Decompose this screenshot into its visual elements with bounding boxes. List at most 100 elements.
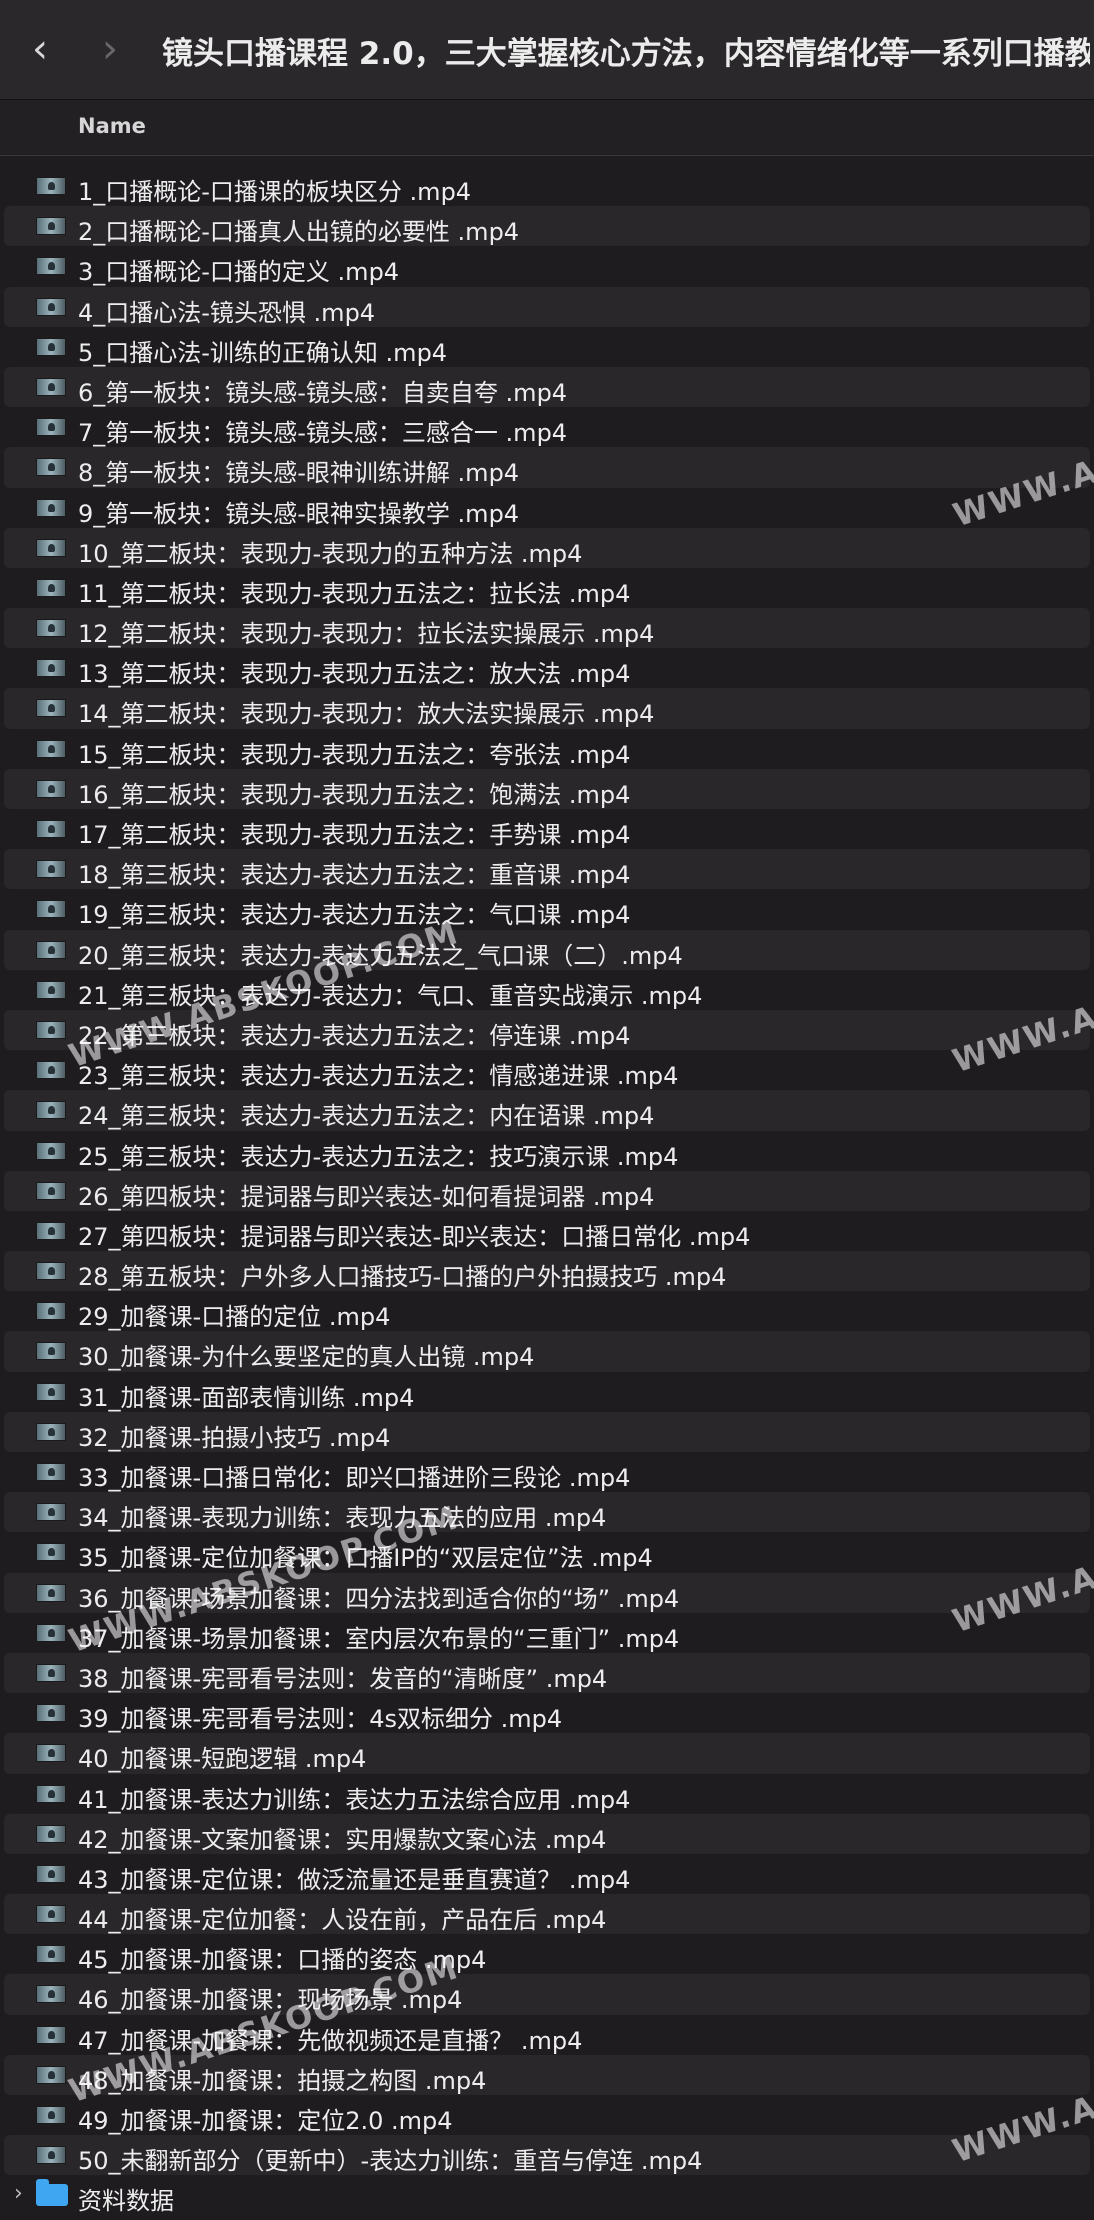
video-thumbnail-icon — [36, 1905, 66, 1924]
video-thumbnail-icon — [36, 779, 66, 798]
list-item[interactable]: 9_第一板块：镜头感-眼神实操教学 .mp4 — [0, 488, 1094, 528]
list-item[interactable]: 11_第二板块：表现力-表现力五法之：拉长法 .mp4 — [0, 568, 1094, 608]
video-thumbnail-icon — [36, 1221, 66, 1240]
column-header-name[interactable]: Name — [78, 114, 146, 138]
file-name: 44_加餐课-定位加餐：人设在前，产品在后 .mp4 — [78, 1906, 607, 1935]
list-item[interactable]: 31_加餐课-面部表情训练 .mp4 — [0, 1372, 1094, 1412]
list-item[interactable]: 44_加餐课-定位加餐：人设在前，产品在后 .mp4 — [4, 1894, 1090, 1935]
file-name: 30_加餐课-为什么要坚定的真人出镜 .mp4 — [78, 1343, 535, 1372]
file-name: 19_第三板块：表达力-表达力五法之：气口课 .mp4 — [78, 901, 631, 930]
video-thumbnail-icon — [36, 900, 66, 919]
video-thumbnail-icon — [36, 1262, 66, 1281]
list-item[interactable]: 17_第二板块：表现力-表现力五法之：手势课 .mp4 — [0, 809, 1094, 849]
list-item[interactable]: 7_第一板块：镜头感-镜头感：三感合一 .mp4 — [0, 407, 1094, 447]
list-item[interactable]: 16_第二板块：表现力-表现力五法之：饱满法 .mp4 — [4, 768, 1090, 809]
file-name: 39_加餐课-宪哥看号法则：4s双标细分 .mp4 — [78, 1705, 563, 1734]
list-item[interactable]: 39_加餐课-宪哥看号法则：4s双标细分 .mp4 — [0, 1693, 1094, 1733]
file-name: 8_第一板块：镜头感-眼神训练讲解 .mp4 — [78, 459, 520, 488]
list-item[interactable]: 23_第三板块：表达力-表达力五法之：情感递进课 .mp4 — [0, 1050, 1094, 1090]
video-thumbnail-icon — [36, 297, 66, 316]
file-name: 2_口播概论-口播真人出镜的必要性 .mp4 — [78, 218, 520, 247]
list-item[interactable]: 35_加餐课-定位加餐课：口播IP的“双层定位”法 .mp4 — [0, 1532, 1094, 1572]
list-item[interactable]: 42_加餐课-文案加餐课：实用爆款文案心法 .mp4 — [4, 1813, 1090, 1854]
list-item[interactable]: 1_口播概论-口播课的板块区分 .mp4 — [0, 166, 1094, 206]
list-item[interactable]: 49_加餐课-加餐课：定位2.0 .mp4 — [0, 2095, 1094, 2135]
file-name: 32_加餐课-拍摄小技巧 .mp4 — [78, 1423, 391, 1452]
list-item[interactable]: 33_加餐课-口播日常化：即兴口播进阶三段论 .mp4 — [0, 1452, 1094, 1492]
list-item[interactable]: 6_第一板块：镜头感-镜头感：自卖自夸 .mp4 — [4, 366, 1090, 408]
list-item[interactable]: 2_口播概论-口播真人出镜的必要性 .mp4 — [4, 206, 1090, 247]
window-title: 镜头口播课程 2.0，三大掌握核心方法，内容情绪化等一系列口播教学 — [162, 36, 1090, 72]
window-titlebar: ‹ › 镜头口播课程 2.0，三大掌握核心方法，内容情绪化等一系列口播教学 — [0, 0, 1094, 100]
video-thumbnail-icon — [36, 2106, 66, 2124]
list-item[interactable]: 28_第五板块：户外多人口播技巧-口播的户外拍摄技巧 .mp4 — [4, 1251, 1090, 1292]
video-thumbnail-icon — [36, 1101, 66, 1120]
list-item[interactable]: 50_未翻新部分（更新中）-表达力训练：重音与停连 .mp4 — [4, 2135, 1090, 2176]
video-thumbnail-icon — [36, 337, 66, 356]
list-item[interactable]: 19_第三板块：表达力-表达力五法之：气口课 .mp4 — [0, 889, 1094, 929]
video-thumbnail-icon — [36, 458, 66, 477]
file-name: 4_口播心法-镜头恐惧 .mp4 — [78, 298, 376, 327]
video-thumbnail-icon — [36, 739, 66, 758]
list-item[interactable]: 32_加餐课-拍摄小技巧 .mp4 — [4, 1411, 1090, 1452]
video-thumbnail-icon — [36, 418, 66, 437]
list-item[interactable]: 45_加餐课-加餐课：口播的姿态 .mp4 — [0, 1934, 1094, 1974]
video-thumbnail-icon — [36, 820, 66, 838]
list-item[interactable]: 43_加餐课-定位课：做泛流量还是垂直赛道？ .mp4 — [0, 1854, 1094, 1894]
folder-name: 资料数据 — [78, 2187, 174, 2216]
list-item[interactable]: 15_第二板块：表现力-表现力五法之：夸张法 .mp4 — [0, 729, 1094, 769]
list-item[interactable]: 26_第四板块：提词器与即兴表达-如何看提词器 .mp4 — [4, 1170, 1090, 1211]
video-thumbnail-icon — [36, 257, 66, 276]
file-name: 40_加餐课-短跑逻辑 .mp4 — [78, 1745, 367, 1774]
file-name: 34_加餐课-表现力训练：表现力五法的应用 .mp4 — [78, 1504, 607, 1533]
list-item[interactable]: 4_口播心法-镜头恐惧 .mp4 — [4, 286, 1090, 327]
disclosure-triangle-icon[interactable]: › — [14, 2181, 23, 2206]
video-thumbnail-icon — [36, 1422, 66, 1441]
list-item[interactable]: 27_第四板块：提词器与即兴表达-即兴表达：口播日常化 .mp4 — [0, 1211, 1094, 1251]
list-item[interactable]: 34_加餐课-表现力训练：表现力五法的应用 .mp4 — [4, 1492, 1090, 1533]
video-thumbnail-icon — [36, 980, 66, 999]
list-item[interactable]: 24_第三板块：表达力-表达力五法之：内在语课 .mp4 — [4, 1090, 1090, 1131]
chevron-left-icon: ‹ — [32, 26, 48, 72]
video-thumbnail-icon — [36, 498, 66, 517]
file-name: 33_加餐课-口播日常化：即兴口播进阶三段论 .mp4 — [78, 1464, 631, 1492]
list-item[interactable]: 13_第二板块：表现力-表现力五法之：放大法 .mp4 — [0, 648, 1094, 688]
video-thumbnail-icon — [36, 940, 66, 959]
video-thumbnail-icon — [36, 1784, 66, 1803]
video-thumbnail-icon — [36, 1061, 66, 1080]
file-name: 43_加餐课-定位课：做泛流量还是垂直赛道？ .mp4 — [78, 1865, 631, 1894]
folder-icon — [36, 2179, 68, 2207]
list-item[interactable]: 38_加餐课-宪哥看号法则：发音的“清晰度” .mp4 — [4, 1652, 1090, 1694]
list-item[interactable]: 41_加餐课-表达力训练：表达力五法综合应用 .mp4 — [0, 1774, 1094, 1814]
video-thumbnail-icon — [36, 1744, 66, 1763]
video-thumbnail-icon — [36, 1020, 66, 1039]
list-item[interactable]: 5_口播心法-训练的正确认知 .mp4 — [0, 327, 1094, 367]
list-item[interactable]: 8_第一板块：镜头感-眼神训练讲解 .mp4 — [4, 447, 1090, 488]
list-item[interactable]: 40_加餐课-短跑逻辑 .mp4 — [4, 1733, 1090, 1774]
video-thumbnail-icon — [36, 659, 66, 678]
video-thumbnail-icon — [36, 1945, 66, 1964]
video-thumbnail-icon — [36, 1985, 66, 2004]
file-name: 11_第二板块：表现力-表现力五法之：拉长法 .mp4 — [78, 579, 631, 608]
list-item[interactable]: 21_第三板块：表达力-表达力：气口、重音实战演示 .mp4 — [0, 970, 1094, 1010]
file-name: 9_第一板块：镜头感-眼神实操教学 .mp4 — [78, 499, 520, 528]
folder-item[interactable]: › 资料数据 — [0, 2175, 1094, 2215]
file-name: 29_加餐课-口播的定位 .mp4 — [78, 1303, 391, 1332]
file-name: 10_第二板块：表现力-表现力的五种方法 .mp4 — [78, 539, 583, 568]
list-item[interactable]: 3_口播概论-口播的定义 .mp4 — [0, 246, 1094, 286]
list-item[interactable]: 14_第二板块：表现力-表现力：放大法实操展示 .mp4 — [4, 688, 1090, 729]
list-item[interactable]: 18_第三板块：表达力-表达力五法之：重音课 .mp4 — [4, 849, 1090, 890]
list-item[interactable]: 20_第三板块：表达力-表达力五法之_气口课（二）.mp4 — [4, 929, 1090, 970]
file-name: 28_第五板块：户外多人口播技巧-口播的户外拍摄技巧 .mp4 — [78, 1263, 727, 1292]
list-item[interactable]: 29_加餐课-口播的定位 .mp4 — [0, 1291, 1094, 1331]
list-item[interactable]: 30_加餐课-为什么要坚定的真人出镜 .mp4 — [4, 1331, 1090, 1372]
list-item[interactable]: 12_第二板块：表现力-表现力：拉长法实操展示 .mp4 — [4, 608, 1090, 649]
forward-button[interactable]: › — [90, 24, 130, 74]
back-button[interactable]: ‹ — [20, 24, 60, 74]
list-item[interactable]: 10_第二板块：表现力-表现力的五种方法 .mp4 — [4, 527, 1090, 568]
file-name: 18_第三板块：表达力-表达力五法之：重音课 .mp4 — [78, 861, 631, 890]
list-item[interactable]: 46_加餐课-加餐课：现场场景 .mp4 — [4, 1974, 1090, 2015]
list-item[interactable]: 25_第三板块：表达力-表达力五法之：技巧演示课 .mp4 — [0, 1131, 1094, 1171]
video-thumbnail-icon — [36, 2065, 66, 2084]
video-thumbnail-icon — [36, 1704, 66, 1723]
